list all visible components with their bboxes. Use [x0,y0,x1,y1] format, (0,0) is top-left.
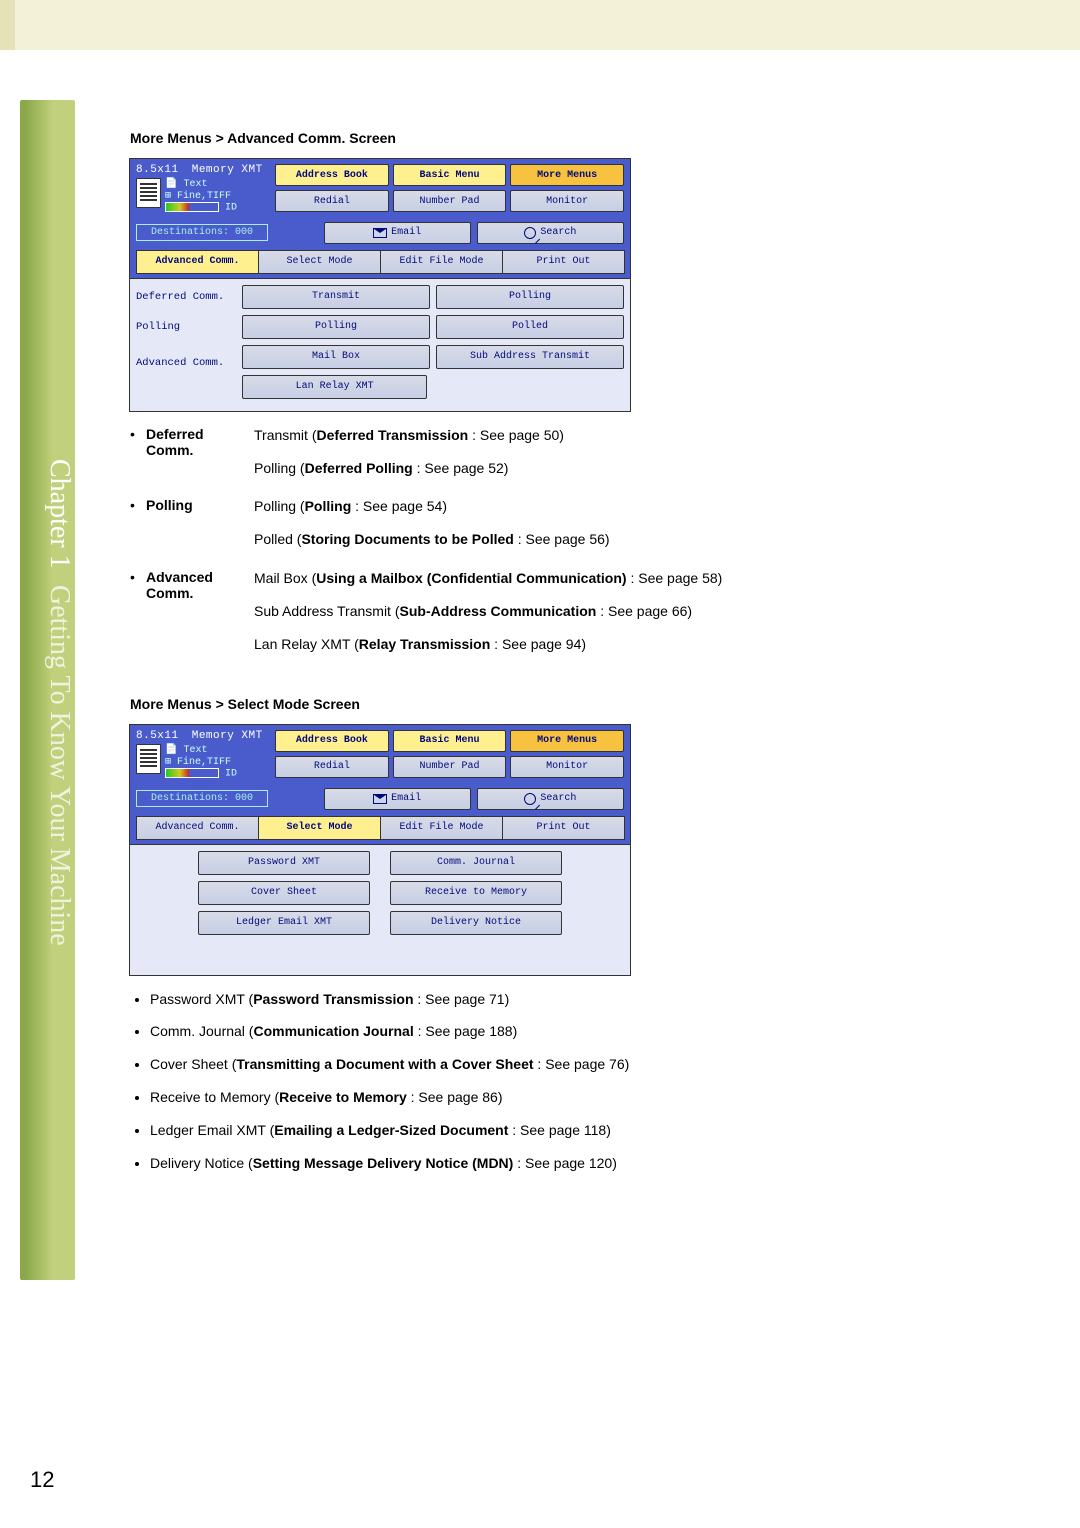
address-book-button[interactable]: Address Book [275,164,389,186]
search-button[interactable]: Search [477,222,624,244]
desc-line: Polled (Storing Documents to be Polled :… [254,530,995,549]
search-icon [524,793,536,805]
password-xmt-button[interactable]: Password XMT [198,851,370,875]
more-menus-button[interactable]: More Menus [510,164,624,186]
tab-print-out[interactable]: Print Out [502,250,625,274]
mail-box-button[interactable]: Mail Box [242,345,430,369]
document-icon [136,744,161,774]
advanced-comm-panel: 8.5x11 Memory XMT 📄 Text ⊞ Fine,TIFF ID [129,158,631,412]
polling-button[interactable]: Polling [436,285,624,309]
monitor-button[interactable]: Monitor [510,190,624,212]
advanced-comm-descriptions: •Deferred Comm.Transmit (Deferred Transm… [130,426,995,668]
chapter-title: Getting To Know Your Machine [43,585,75,946]
transmit-button[interactable]: Transmit [242,285,430,309]
address-book-button[interactable]: Address Book [275,730,389,752]
monitor-button[interactable]: Monitor [510,756,624,778]
desc-line: Lan Relay XMT (Relay Transmission : See … [254,635,995,654]
tab-advanced-comm[interactable]: Advanced Comm. [136,250,259,274]
list-item: Delivery Notice (Setting Message Deliver… [150,1154,995,1173]
destinations-count: Destinations: 000 [136,224,268,241]
density-meter [165,768,219,778]
list-item: Password XMT (Password Transmission : Se… [150,990,995,1009]
desc-term: Advanced Comm. [146,569,254,668]
list-item: Cover Sheet (Transmitting a Document wit… [150,1055,995,1074]
email-button[interactable]: Email [324,222,471,244]
tab-edit-file-mode[interactable]: Edit File Mode [380,250,503,274]
list-item: Comm. Journal (Communication Journal : S… [150,1022,995,1041]
document-icon [136,178,161,208]
select-mode-panel: 8.5x11 Memory XMT 📄 Text ⊞ Fine,TIFF ID [129,724,631,976]
desc-term: Polling [146,497,254,563]
section-heading: More Menus > Advanced Comm. Screen [130,130,995,146]
density-meter [165,202,219,212]
desc-term: Deferred Comm. [146,426,254,492]
desc-line: Transmit (Deferred Transmission : See pa… [254,426,995,445]
delivery-notice-button[interactable]: Delivery Notice [390,911,562,935]
list-item: Receive to Memory (Receive to Memory : S… [150,1088,995,1107]
sub-address-transmit-button[interactable]: Sub Address Transmit [436,345,624,369]
number-pad-button[interactable]: Number Pad [393,190,507,212]
status-area: 8.5x11 Memory XMT 📄 Text ⊞ Fine,TIFF ID [136,730,271,780]
basic-menu-button[interactable]: Basic Menu [393,164,507,186]
chapter-side-tab: Chapter 1 Getting To Know Your Machine [20,100,75,1280]
basic-menu-button[interactable]: Basic Menu [393,730,507,752]
select-mode-descriptions: Password XMT (Password Transmission : Se… [130,990,995,1173]
tab-select-mode[interactable]: Select Mode [258,816,381,840]
number-pad-button[interactable]: Number Pad [393,756,507,778]
tab-edit-file-mode[interactable]: Edit File Mode [380,816,503,840]
desc-line: Polling (Deferred Polling : See page 52) [254,459,995,478]
polling-button[interactable]: Polling [242,315,430,339]
redial-button[interactable]: Redial [275,190,389,212]
envelope-icon [373,228,387,238]
lan-relay-xmt-button[interactable]: Lan Relay XMT [242,375,427,399]
destinations-count: Destinations: 000 [136,790,268,807]
status-area: 8.5x11 Memory XMT 📄 Text ⊞ Fine,TIFF ID [136,164,271,214]
search-button[interactable]: Search [477,788,624,810]
tab-print-out[interactable]: Print Out [502,816,625,840]
cover-sheet-button[interactable]: Cover Sheet [198,881,370,905]
section-heading: More Menus > Select Mode Screen [130,696,995,712]
row-label: Advanced Comm. [136,345,236,369]
row-label: Polling [136,321,236,333]
envelope-icon [373,794,387,804]
desc-line: Sub Address Transmit (Sub-Address Commun… [254,602,995,621]
desc-line: Polling (Polling : See page 54) [254,497,995,516]
comm-journal-button[interactable]: Comm. Journal [390,851,562,875]
ledger-email-xmt-button[interactable]: Ledger Email XMT [198,911,370,935]
receive-to-memory-button[interactable]: Receive to Memory [390,881,562,905]
search-icon [524,227,536,239]
list-item: Ledger Email XMT (Emailing a Ledger-Size… [150,1121,995,1140]
polled-button[interactable]: Polled [436,315,624,339]
more-menus-button[interactable]: More Menus [510,730,624,752]
tab-select-mode[interactable]: Select Mode [258,250,381,274]
tab-advanced-comm[interactable]: Advanced Comm. [136,816,259,840]
redial-button[interactable]: Redial [275,756,389,778]
email-button[interactable]: Email [324,788,471,810]
chapter-tab-label: Chapter 1 [43,459,75,569]
row-label: Deferred Comm. [136,291,236,303]
page-number: 12 [30,1467,54,1493]
desc-line: Mail Box (Using a Mailbox (Confidential … [254,569,995,588]
